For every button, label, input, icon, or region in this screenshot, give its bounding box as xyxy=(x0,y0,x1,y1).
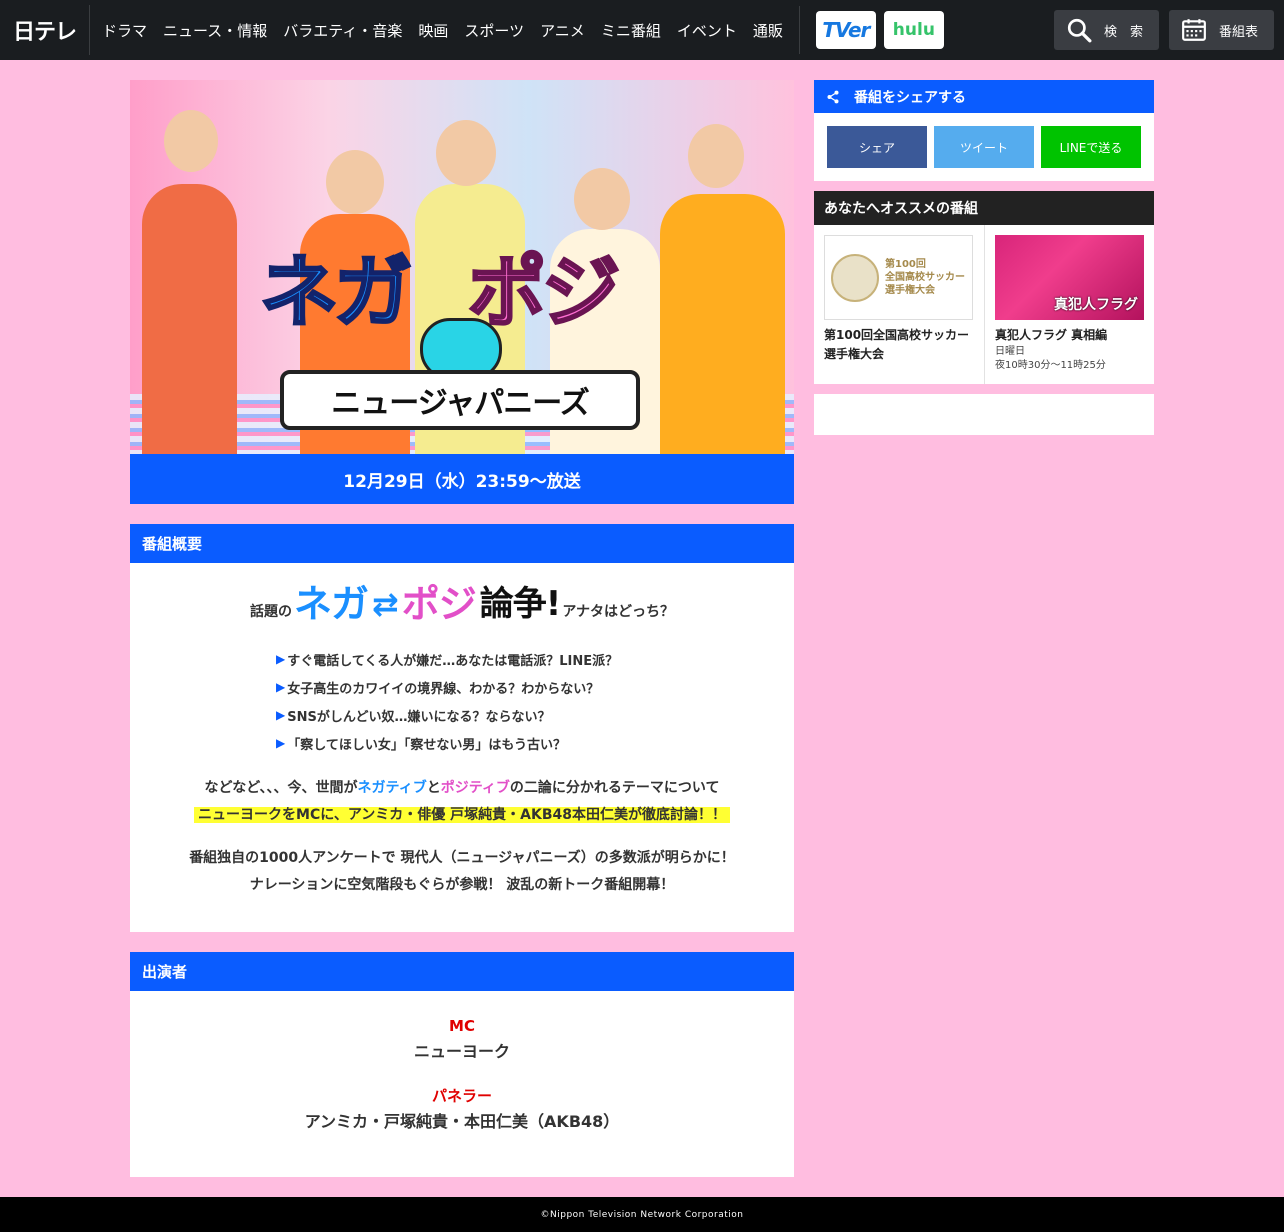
cast-role-panel: パネラー xyxy=(431,1087,492,1105)
nav-item-variety[interactable]: バラエティ・音楽 xyxy=(275,20,410,41)
lead-post: アナタはどっち？ xyxy=(562,604,675,620)
line-send-button[interactable]: LINEで送る xyxy=(1041,126,1141,168)
nav-item-drama[interactable]: ドラマ xyxy=(94,20,155,41)
main-nav: ドラマ ニュース・情報 バラエティ・音楽 映画 スポーツ アニメ ミニ番組 イベ… xyxy=(90,0,791,60)
recommend-title: 第100回全国高校サッカー選手権大会 xyxy=(824,328,970,361)
share-heading-text: 番組をシェアする xyxy=(854,89,966,106)
recommend-list: 第100回 全国高校サッカー 選手権大会 第100回全国高校サッカー選手権大会 … xyxy=(814,225,1154,384)
hero-subtitle: ニュージャパニーズ xyxy=(280,370,640,430)
thumb-text: 第100回 全国高校サッカー 選手権大会 xyxy=(885,259,965,296)
hero-title-nega: ネガ xyxy=(258,247,413,340)
share-buttons: シェア ツイート LINEで送る xyxy=(814,113,1154,168)
soccer-emblem-icon xyxy=(831,253,879,302)
cast-list: MC ニューヨーク パネラー アンミカ・戸塚純貴・本田仁美（AKB48） xyxy=(130,991,794,1137)
nav-item-shop[interactable]: 通販 xyxy=(745,20,791,41)
cast-heading: 出演者 xyxy=(130,952,794,991)
topic-text: 「察してほしい女」「察せない男」はもう古い？ xyxy=(287,737,566,753)
thumb-text: 真犯人フラグ xyxy=(1054,297,1138,313)
topic-text: SNSがしんどい奴…嫌いになる？ならない？ xyxy=(287,709,551,725)
cast-names-mc: ニューヨーク xyxy=(413,1042,510,1061)
program-key-visual: ネガ ポジ ニュージャパニーズ xyxy=(130,80,794,454)
nav-item-mini[interactable]: ミニ番組 xyxy=(593,20,669,41)
recommend-title: 真犯人フラグ 真相編 xyxy=(995,328,1108,342)
search-label: 検 索 xyxy=(1104,24,1144,40)
cast-face-4 xyxy=(574,168,630,230)
triangle-right-icon: ▶ xyxy=(276,680,286,694)
triangle-right-icon: ▶ xyxy=(276,736,286,750)
cast-face-1 xyxy=(164,110,218,172)
recommend-heading: あなたへオススメの番組 xyxy=(814,191,1154,225)
lead-pre: 話題の xyxy=(249,604,292,620)
summary-paragraph-2: 番組独自の1000人アンケートで 現代人（ニュージャパニーズ）の多数派が明らかに… xyxy=(130,845,794,899)
p1-text-b: の二論に分かれるテーマについて xyxy=(509,780,720,796)
recommend-thumb: 真犯人フラグ xyxy=(995,235,1144,320)
recommend-thumb: 第100回 全国高校サッカー 選手権大会 xyxy=(824,235,973,320)
recommend-item-drama[interactable]: 真犯人フラグ 真犯人フラグ 真相編 日曜日 夜10時30分～11時25分 xyxy=(984,225,1154,384)
sidebar-blank-panel xyxy=(814,394,1154,435)
cast-face-5 xyxy=(688,124,744,188)
lead-posi: ポジ xyxy=(401,582,477,626)
nav-item-movie[interactable]: 映画 xyxy=(410,20,456,41)
cast-role-mc: MC xyxy=(449,1017,475,1035)
cast-figure-1 xyxy=(142,184,237,454)
p2-line-1: 番組独自の1000人アンケートで 現代人（ニュージャパニーズ）の多数派が明らかに… xyxy=(189,850,735,866)
nav-item-anime[interactable]: アニメ xyxy=(532,20,593,41)
lead-ronso: 論争! xyxy=(479,584,562,624)
cast-panel: 出演者 MC ニューヨーク パネラー アンミカ・戸塚純貴・本田仁美（AKB48） xyxy=(130,952,794,1177)
cast-face-2 xyxy=(326,150,384,214)
schedule-button[interactable]: 番組表 xyxy=(1169,10,1274,50)
topic-list: ▶ すぐ電話してくる人が嫌だ…あなたは電話派？LINE派？ ▶ 女子高生のカワイイの… xyxy=(276,645,794,757)
search-icon xyxy=(1067,18,1092,43)
summary-lead: 話題の ネガ ⇄ ポジ 論争! アナタはどっち？ xyxy=(130,583,794,625)
schedule-label: 番組表 xyxy=(1219,24,1259,40)
list-item: ▶ SNSがしんどい奴…嫌いになる？ならない？ xyxy=(276,701,794,729)
header-actions: 検 索 番組表 xyxy=(1054,10,1274,50)
recommend-day: 日曜日 xyxy=(995,346,1025,357)
cast-names-panel: アンミカ・戸塚純貴・本田仁美（AKB48） xyxy=(304,1112,620,1131)
lead-nega: ネガ xyxy=(293,582,369,626)
recommend-time: 夜10時30分～11時25分 xyxy=(995,360,1106,371)
p1-nega: ネガティブ xyxy=(357,780,427,796)
hulu-logo: hulu xyxy=(892,20,935,40)
global-header: 日テレ ドラマ ニュース・情報 バラエティ・音楽 映画 スポーツ アニメ ミニ番… xyxy=(0,0,1284,60)
p1-posi: ポジティブ xyxy=(440,780,510,796)
topic-text: すぐ電話してくる人が嫌だ…あなたは電話派？LINE派？ xyxy=(287,653,619,669)
nav-item-news[interactable]: ニュース・情報 xyxy=(155,20,275,41)
p1-text-a: などなど、、、今、世間が xyxy=(204,780,358,796)
cast-figure-5 xyxy=(660,194,785,454)
ntv-logo[interactable]: 日テレ xyxy=(0,5,90,55)
nav-item-sports[interactable]: スポーツ xyxy=(456,20,532,41)
triangle-right-icon: ▶ xyxy=(276,708,286,722)
summary-paragraph-1: などなど、、、今、世間がネガティブとポジティブの二論に分かれるテーマについて ニ… xyxy=(130,775,794,829)
footer-copyright: ©Nippon Television Network Corporation xyxy=(0,1197,1284,1232)
nav-divider xyxy=(798,6,800,54)
lead-arrow: ⇄ xyxy=(371,585,399,623)
airtime-banner: 12月29日（水）23:59～放送 xyxy=(130,454,794,504)
tver-logo: TVer xyxy=(822,18,870,42)
share-heading: 番組をシェアする xyxy=(814,80,1154,113)
program-summary: 番組概要 話題の ネガ ⇄ ポジ 論争! アナタはどっち？ ▶ すぐ電話してくる人… xyxy=(130,524,794,932)
share-icon xyxy=(827,90,839,103)
list-item: ▶ 「察してほしい女」「察せない男」はもう古い？ xyxy=(276,729,794,757)
highlight-text: ニューヨークをMCに、アンミカ・俳優 戸塚純貴・AKB48本田仁美が徹底討論！！ xyxy=(194,807,730,823)
cast-face-3 xyxy=(436,120,496,186)
facebook-share-button[interactable]: シェア xyxy=(827,126,927,168)
logo-text: 日テレ xyxy=(12,20,77,45)
share-panel: 番組をシェアする シェア ツイート LINEで送る xyxy=(814,80,1154,181)
list-item: ▶ すぐ電話してくる人が嫌だ…あなたは電話派？LINE派？ xyxy=(276,645,794,673)
tver-button[interactable]: TVer xyxy=(815,11,876,49)
twitter-tweet-button[interactable]: ツイート xyxy=(934,126,1034,168)
calendar-icon xyxy=(1182,19,1206,41)
p1-to: と xyxy=(426,780,441,796)
hulu-button[interactable]: hulu xyxy=(883,11,944,49)
list-item: ▶ 女子高生のカワイイの境界線、わかる？わからない？ xyxy=(276,673,794,701)
triangle-right-icon: ▶ xyxy=(276,652,286,666)
nav-item-event[interactable]: イベント xyxy=(669,20,745,41)
search-button[interactable]: 検 索 xyxy=(1054,10,1159,50)
recommend-panel: あなたへオススメの番組 第100回 全国高校サッカー 選手権大会 第100回全国… xyxy=(814,191,1154,384)
recommend-item-soccer[interactable]: 第100回 全国高校サッカー 選手権大会 第100回全国高校サッカー選手権大会 xyxy=(814,225,984,384)
summary-heading: 番組概要 xyxy=(130,524,794,563)
p2-line-2: ナレーションに空気階段もぐらが参戦！ 波乱の新トーク番組開幕！ xyxy=(249,877,675,893)
topic-text: 女子高生のカワイイの境界線、わかる？わからない？ xyxy=(287,681,600,697)
